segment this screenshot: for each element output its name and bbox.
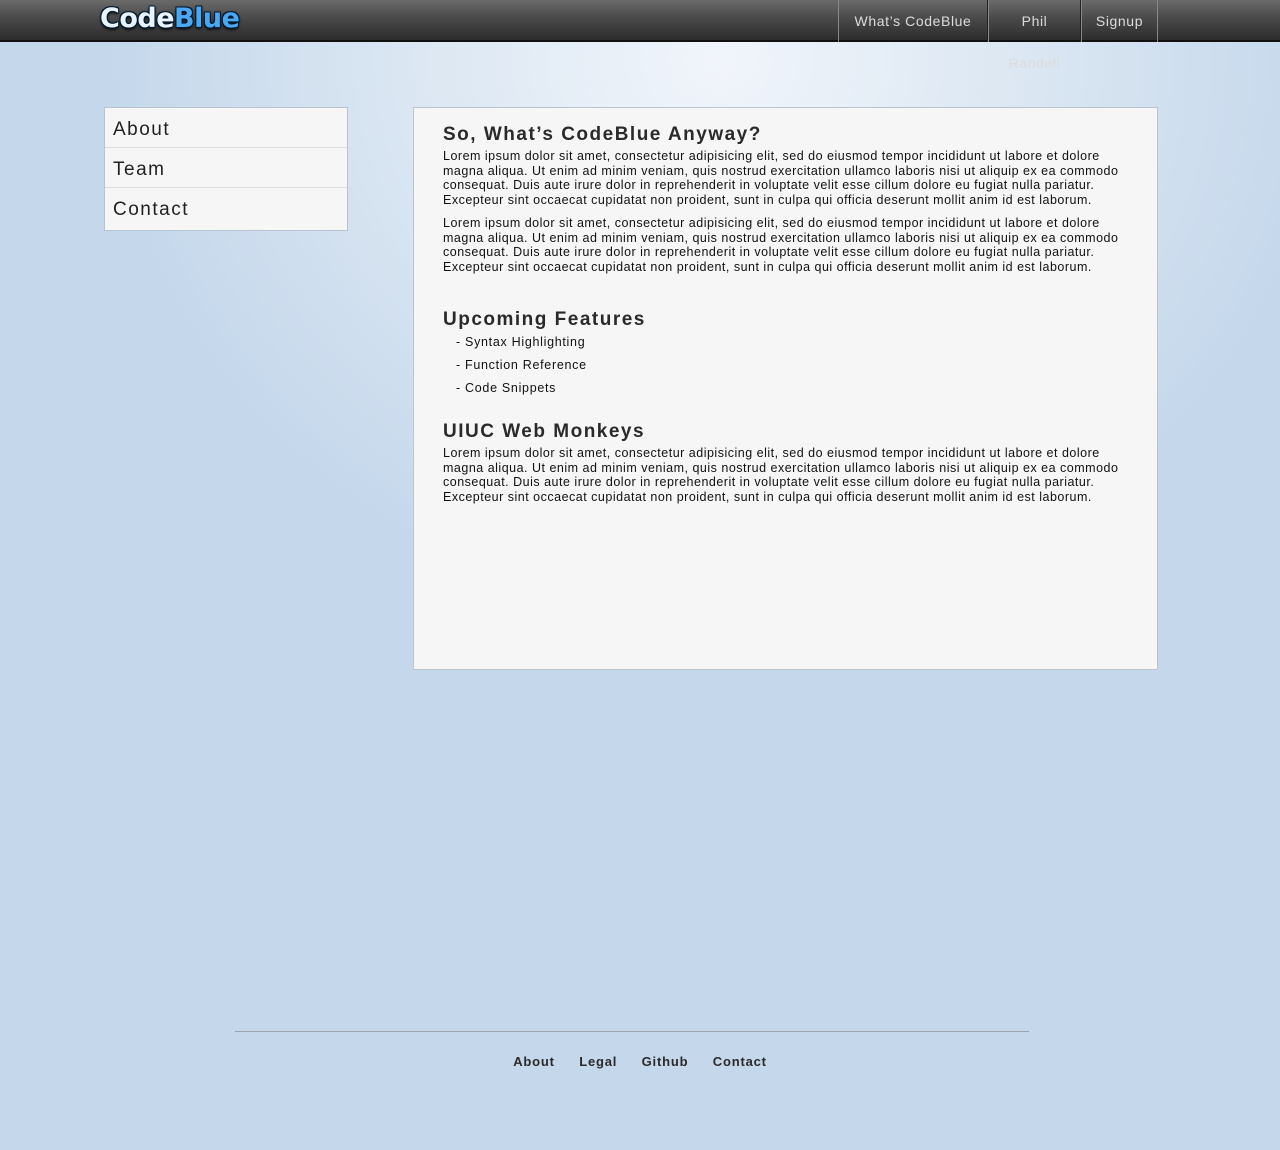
footer-link-about[interactable]: About: [513, 1054, 555, 1069]
top-nav: What’s CodeBlue Phil Randell Signup: [838, 0, 1158, 71]
section-title-whats-codeblue: So, What’s CodeBlue Anyway?: [443, 124, 762, 145]
sidebar-item-about[interactable]: About: [105, 108, 347, 148]
codeblue-logo[interactable]: CodeBlue: [100, 3, 240, 35]
intro-paragraph-1: Lorem ipsum dolor sit amet, consectetur …: [443, 149, 1119, 207]
footer-nav: About Legal Github Contact: [0, 1053, 1280, 1071]
features-list: - Syntax Highlighting - Function Referen…: [443, 334, 1143, 403]
sidebar: About Team Contact: [104, 107, 348, 231]
feature-item: - Code Snippets: [456, 381, 557, 395]
logo-part-code: Code: [100, 3, 175, 34]
nav-signup-link[interactable]: Signup: [1081, 0, 1158, 42]
web-monkeys-paragraph: Lorem ipsum dolor sit amet, consectetur …: [443, 446, 1119, 504]
logo-part-blue: Blue: [174, 3, 240, 34]
nav-whats-codeblue-link[interactable]: What’s CodeBlue: [838, 0, 988, 42]
sidebar-item-team[interactable]: Team: [105, 148, 347, 188]
footer-link-legal[interactable]: Legal: [579, 1054, 617, 1069]
footer-divider: [235, 1031, 1029, 1032]
feature-item: - Function Reference: [456, 358, 587, 372]
feature-item: - Syntax Highlighting: [456, 335, 586, 349]
sidebar-item-contact[interactable]: Contact: [105, 188, 347, 230]
intro-paragraph-2: Lorem ipsum dolor sit amet, consectetur …: [443, 216, 1119, 274]
top-navigation-bar: CodeBlue What’s CodeBlue Phil Randell Si…: [0, 0, 1280, 71]
main-content-panel: So, What’s CodeBlue Anyway? Lorem ipsum …: [413, 107, 1158, 670]
section-title-upcoming-features: Upcoming Features: [443, 309, 646, 330]
footer-link-contact[interactable]: Contact: [713, 1054, 767, 1069]
nav-user-link[interactable]: Phil Randell: [988, 0, 1081, 71]
footer-link-github[interactable]: Github: [642, 1054, 689, 1069]
section-title-web-monkeys: UIUC Web Monkeys: [443, 421, 646, 442]
